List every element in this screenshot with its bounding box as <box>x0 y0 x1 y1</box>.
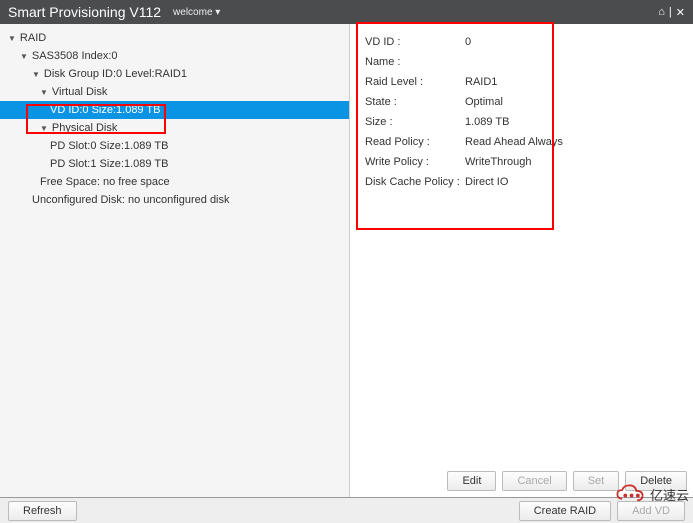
detail-row: Disk Cache Policy :Direct IO <box>365 172 678 192</box>
detail-list: VD ID :0 Name : Raid Level :RAID1 State … <box>365 32 678 192</box>
tree-virtualdisk[interactable]: Virtual Disk <box>0 83 349 101</box>
detail-label: Name : <box>365 56 465 68</box>
set-button: Set <box>573 471 620 491</box>
tree-physicaldisk[interactable]: Physical Disk <box>0 119 349 137</box>
detail-label: State : <box>365 96 465 108</box>
detail-label: Disk Cache Policy : <box>365 176 465 188</box>
content-area: RAID SAS3508 Index:0 Disk Group ID:0 Lev… <box>0 24 693 497</box>
detail-value: Read Ahead Always <box>465 136 678 148</box>
tree-vd-selected[interactable]: VD ID:0 Size:1.089 TB <box>0 101 349 119</box>
detail-label: Size : <box>365 116 465 128</box>
header-icons: ⌂ | ✕ <box>658 6 685 19</box>
tree-controller[interactable]: SAS3508 Index:0 <box>0 47 349 65</box>
refresh-button[interactable]: Refresh <box>8 501 77 521</box>
cancel-button: Cancel <box>502 471 566 491</box>
app-title: Smart Provisioning V112 <box>8 4 161 20</box>
detail-pane: VD ID :0 Name : Raid Level :RAID1 State … <box>350 24 693 497</box>
welcome-menu[interactable]: welcome ▾ <box>173 7 220 18</box>
detail-label: VD ID : <box>365 36 465 48</box>
detail-row: State :Optimal <box>365 92 678 112</box>
edit-button[interactable]: Edit <box>447 471 496 491</box>
app-header: Smart Provisioning V112 welcome ▾ ⌂ | ✕ <box>0 0 693 24</box>
tree-pd0[interactable]: PD Slot:0 Size:1.089 TB <box>0 137 349 155</box>
detail-row: Read Policy :Read Ahead Always <box>365 132 678 152</box>
watermark-logo-icon <box>614 483 646 505</box>
detail-value: Optimal <box>465 96 678 108</box>
tree: RAID SAS3508 Index:0 Disk Group ID:0 Lev… <box>0 24 349 214</box>
detail-label: Raid Level : <box>365 76 465 88</box>
tree-freespace[interactable]: Free Space: no free space <box>0 173 349 191</box>
detail-row: Write Policy :WriteThrough <box>365 152 678 172</box>
tree-raid[interactable]: RAID <box>0 29 349 47</box>
detail-row: Raid Level :RAID1 <box>365 72 678 92</box>
detail-value: Direct IO <box>465 176 678 188</box>
create-raid-button[interactable]: Create RAID <box>519 501 611 521</box>
detail-value: 0 <box>465 36 678 48</box>
tree-pane: RAID SAS3508 Index:0 Disk Group ID:0 Lev… <box>0 24 350 497</box>
detail-value: WriteThrough <box>465 156 678 168</box>
footer: Refresh Create RAID Add VD <box>0 497 693 523</box>
detail-value <box>465 56 678 68</box>
detail-value: RAID1 <box>465 76 678 88</box>
home-icon[interactable]: ⌂ <box>658 6 665 18</box>
detail-row: Size :1.089 TB <box>365 112 678 132</box>
detail-row: Name : <box>365 52 678 72</box>
detail-row: VD ID :0 <box>365 32 678 52</box>
separator: | <box>669 6 672 18</box>
close-icon[interactable]: ✕ <box>676 6 685 19</box>
detail-value: 1.089 TB <box>465 116 678 128</box>
watermark: 亿速云 <box>614 483 689 505</box>
tree-diskgroup[interactable]: Disk Group ID:0 Level:RAID1 <box>0 65 349 83</box>
detail-label: Write Policy : <box>365 156 465 168</box>
tree-unconfigured[interactable]: Unconfigured Disk: no unconfigured disk <box>0 191 349 209</box>
detail-label: Read Policy : <box>365 136 465 148</box>
watermark-text: 亿速云 <box>650 485 689 504</box>
tree-pd1[interactable]: PD Slot:1 Size:1.089 TB <box>0 155 349 173</box>
